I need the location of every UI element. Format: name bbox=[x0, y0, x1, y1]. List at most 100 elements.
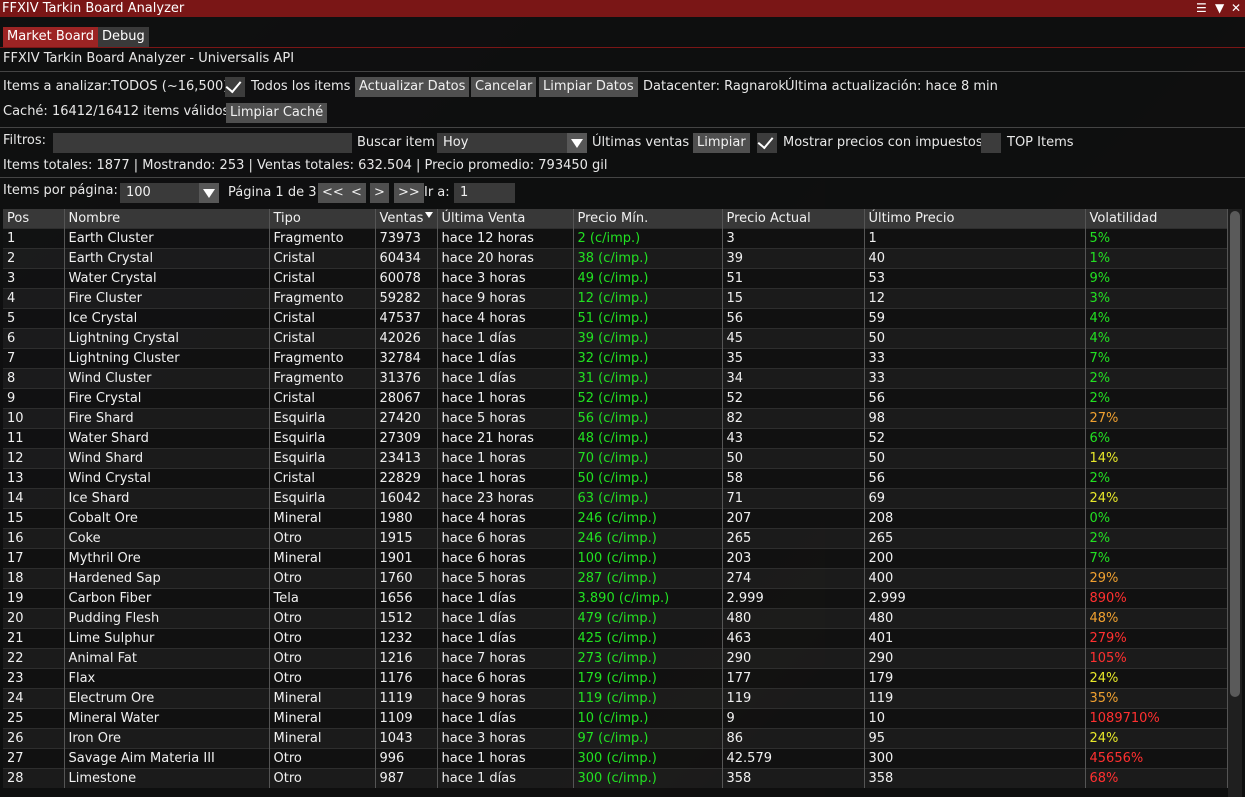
all-items-checkbox[interactable] bbox=[225, 76, 245, 97]
cell-volatilidad: 5% bbox=[1085, 228, 1228, 249]
table-row[interactable]: 21 Lime Sulphur Otro 1232 hace 1 días 425 (c/… bbox=[3, 628, 1228, 649]
cell-ventas: 16042 bbox=[375, 488, 438, 509]
table-row[interactable]: 11 Water Shard Esquirla 27309 hace 21 horas 4… bbox=[3, 428, 1228, 449]
cell-volatilidad: 3% bbox=[1085, 288, 1228, 309]
cell-ultima-venta: hace 1 horas bbox=[437, 468, 574, 489]
table-row[interactable]: 4 Fire Cluster Fragmento 59282 hace 9 horas 1… bbox=[3, 288, 1228, 309]
per-page-select[interactable]: 100 bbox=[120, 183, 219, 203]
tax-checkbox[interactable] bbox=[757, 132, 777, 153]
cell-precio-actual: 265 bbox=[722, 528, 865, 549]
top-items-checkbox[interactable] bbox=[981, 133, 1001, 153]
table-row[interactable]: 24 Electrum Ore Mineral 1119 hace 9 horas 119… bbox=[3, 688, 1228, 709]
cell-ventas: 60434 bbox=[375, 248, 438, 269]
table-row[interactable]: 19 Carbon Fiber Tela 1656 hace 1 días 3.890 (… bbox=[3, 588, 1228, 609]
next-page-button[interactable]: > bbox=[370, 183, 389, 203]
table-row[interactable]: 23 Flax Otro 1176 hace 6 horas 179 (c/imp.) 17… bbox=[3, 668, 1228, 689]
table-row[interactable]: 17 Mythril Ore Mineral 1901 hace 6 horas 100 … bbox=[3, 548, 1228, 569]
cell-nombre: Wind Shard bbox=[64, 448, 270, 469]
table-row[interactable]: 28 Limestone Otro 987 hace 1 días 300 (c/imp.… bbox=[3, 768, 1228, 788]
cell-ventas: 27420 bbox=[375, 408, 438, 429]
chevron-down-icon[interactable] bbox=[567, 133, 587, 153]
cell-ultima-venta: hace 12 horas bbox=[437, 228, 574, 249]
table-row[interactable]: 18 Hardened Sap Otro 1760 hace 5 horas 287 (c… bbox=[3, 568, 1228, 589]
cell-volatilidad: 45656% bbox=[1085, 748, 1228, 769]
table-row[interactable]: 27 Savage Aim Materia III Otro 996 hace 1 ho… bbox=[3, 748, 1228, 769]
cell-precio-actual: 51 bbox=[722, 268, 865, 289]
clear-filter-button[interactable]: Limpiar bbox=[693, 133, 750, 153]
cell-nombre: Coke bbox=[64, 528, 270, 549]
cell-ultimo-precio: 50 bbox=[864, 448, 1086, 469]
table-row[interactable]: 9 Fire Crystal Cristal 28067 hace 1 horas 52 … bbox=[3, 388, 1228, 409]
cell-ventas: 32784 bbox=[375, 348, 438, 369]
title-bar[interactable]: FFXIV Tarkin Board Analyzer ☰ ▼ ✕ bbox=[0, 0, 1245, 17]
table-row[interactable]: 25 Mineral Water Mineral 1109 hace 1 días 10 … bbox=[3, 708, 1228, 729]
table-row[interactable]: 20 Pudding Flesh Otro 1512 hace 1 días 479 (c… bbox=[3, 608, 1228, 629]
clear-data-button[interactable]: Limpiar Datos bbox=[539, 77, 638, 97]
cell-ultima-venta: hace 1 días bbox=[437, 348, 574, 369]
search-input[interactable] bbox=[53, 133, 352, 153]
cell-ultimo-precio: 265 bbox=[864, 528, 1086, 549]
prev-page-button[interactable]: < bbox=[347, 183, 366, 203]
period-select[interactable]: Hoy bbox=[437, 133, 587, 153]
column-header-volatilidad[interactable]: Volatilidad bbox=[1085, 209, 1228, 229]
cell-tipo: Esquirla bbox=[269, 408, 376, 429]
table-row[interactable]: 15 Cobalt Ore Mineral 1980 hace 4 horas 246 (… bbox=[3, 508, 1228, 529]
table-row[interactable]: 7 Lightning Cluster Fragmento 32784 hace 1 d… bbox=[3, 348, 1228, 369]
table-row[interactable]: 26 Iron Ore Mineral 1043 hace 3 horas 97 (c/i… bbox=[3, 728, 1228, 749]
table-row[interactable]: 6 Lightning Crystal Cristal 42026 hace 1 día… bbox=[3, 328, 1228, 349]
cancel-button[interactable]: Cancelar bbox=[471, 77, 537, 97]
cell-tipo: Cristal bbox=[269, 388, 376, 409]
column-header-ultimo-precio[interactable]: Último Precio bbox=[864, 209, 1086, 229]
table-row[interactable]: 16 Coke Otro 1915 hace 6 horas 246 (c/imp.) 26… bbox=[3, 528, 1228, 549]
chevron-down-icon[interactable] bbox=[199, 183, 219, 203]
cell-pos: 19 bbox=[3, 588, 65, 609]
table-row[interactable]: 13 Wind Crystal Cristal 22829 hace 1 horas 50… bbox=[3, 468, 1228, 489]
tab-debug[interactable]: Debug bbox=[98, 27, 149, 47]
items-value[interactable]: TODOS (~16,500) bbox=[111, 77, 228, 97]
table-row[interactable]: 5 Ice Crystal Cristal 47537 hace 4 horas 51 (… bbox=[3, 308, 1228, 329]
menu-icon[interactable]: ☰ bbox=[1196, 0, 1207, 17]
column-header-precio-min[interactable]: Precio Mín. bbox=[573, 209, 723, 229]
table-row[interactable]: 1 Earth Cluster Fragmento 73973 hace 12 hora… bbox=[3, 228, 1228, 249]
column-header-precio-actual[interactable]: Precio Actual bbox=[722, 209, 865, 229]
cell-pos: 17 bbox=[3, 548, 65, 569]
table-row[interactable]: 8 Wind Cluster Fragmento 31376 hace 1 días 31… bbox=[3, 368, 1228, 389]
table-row[interactable]: 2 Earth Crystal Cristal 60434 hace 20 horas 3… bbox=[3, 248, 1228, 269]
table-row[interactable]: 12 Wind Shard Esquirla 23413 hace 1 horas 70 … bbox=[3, 448, 1228, 469]
cell-nombre: Pudding Flesh bbox=[64, 608, 270, 629]
cell-volatilidad: 7% bbox=[1085, 348, 1228, 369]
column-header-nombre[interactable]: Nombre bbox=[64, 209, 270, 229]
table-row[interactable]: 10 Fire Shard Esquirla 27420 hace 5 horas 56 … bbox=[3, 408, 1228, 429]
last-page-button[interactable]: >> bbox=[394, 183, 424, 203]
cell-ultima-venta: hace 1 días bbox=[437, 368, 574, 389]
cell-volatilidad: 105% bbox=[1085, 648, 1228, 669]
scrollbar-thumb[interactable] bbox=[1230, 211, 1240, 697]
search-label: Buscar item bbox=[357, 135, 435, 150]
table-scrollbar[interactable] bbox=[1228, 209, 1242, 797]
cell-ultimo-precio: 98 bbox=[864, 408, 1086, 429]
first-page-button[interactable]: << bbox=[318, 183, 348, 203]
column-header-pos[interactable]: Pos bbox=[3, 209, 65, 229]
close-icon[interactable]: ✕ bbox=[1231, 0, 1241, 17]
table-row[interactable]: 3 Water Crystal Cristal 60078 hace 3 horas 49… bbox=[3, 268, 1228, 289]
cell-precio-min: 31 (c/imp.) bbox=[573, 368, 723, 389]
collapse-icon[interactable]: ▼ bbox=[1215, 0, 1224, 17]
cell-nombre: Iron Ore bbox=[64, 728, 270, 749]
clear-cache-button[interactable]: Limpiar Caché bbox=[226, 103, 328, 123]
table-row[interactable]: 14 Ice Shard Esquirla 16042 hace 23 horas 63 … bbox=[3, 488, 1228, 509]
cell-pos: 28 bbox=[3, 768, 65, 788]
column-header-ultima-venta[interactable]: Última Venta bbox=[437, 209, 574, 229]
cell-precio-min: 32 (c/imp.) bbox=[573, 348, 723, 369]
table-row[interactable]: 22 Animal Fat Otro 1216 hace 7 horas 273 (c/i… bbox=[3, 648, 1228, 669]
cell-ultima-venta: hace 20 horas bbox=[437, 248, 574, 269]
cell-ventas: 59282 bbox=[375, 288, 438, 309]
cell-ultima-venta: hace 21 horas bbox=[437, 428, 574, 449]
cell-ultimo-precio: 50 bbox=[864, 328, 1086, 349]
cell-volatilidad: 24% bbox=[1085, 488, 1228, 509]
tab-market-board[interactable]: Market Board bbox=[3, 27, 99, 47]
column-header-tipo[interactable]: Tipo bbox=[269, 209, 376, 229]
cell-precio-min: 425 (c/imp.) bbox=[573, 628, 723, 649]
goto-page-input[interactable]: 1 bbox=[454, 183, 515, 203]
update-data-button[interactable]: Actualizar Datos bbox=[355, 77, 470, 97]
cell-pos: 21 bbox=[3, 628, 65, 649]
